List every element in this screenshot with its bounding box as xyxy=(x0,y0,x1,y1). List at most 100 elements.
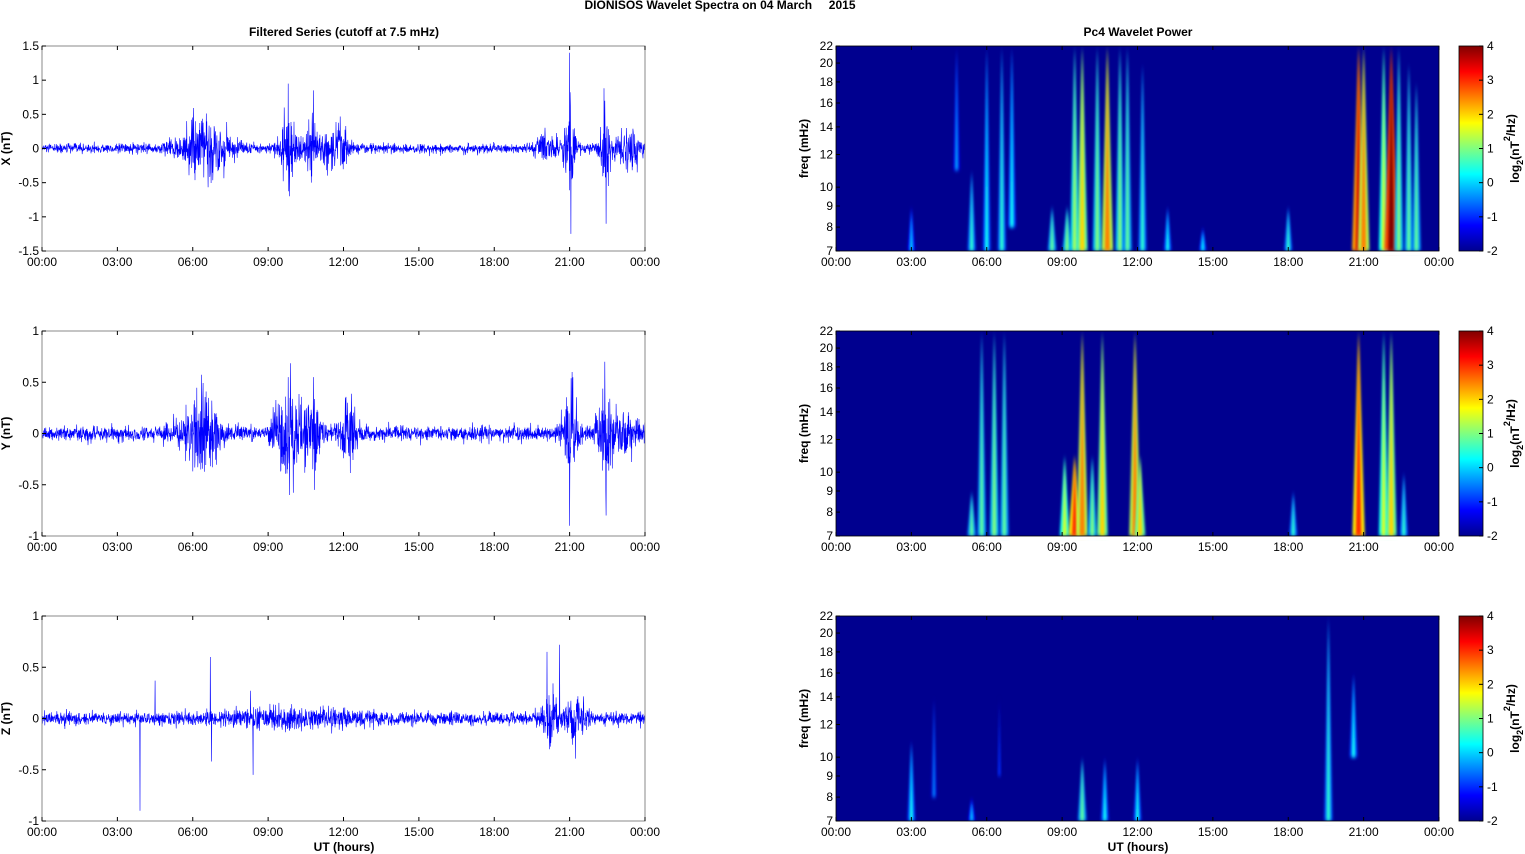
y-tick-label: 0.5 xyxy=(22,660,39,674)
y-axis-label: freq (mHz) xyxy=(797,404,811,463)
figure-title: DIONISOS Wavelet Spectra on 04 March 201… xyxy=(585,0,856,12)
y-tick-label: 22 xyxy=(820,324,834,338)
colorbar-tick-label: 1 xyxy=(1487,712,1494,726)
y-tick-label: 14 xyxy=(820,120,834,134)
y-axis-label: Z (nT) xyxy=(0,702,13,735)
y-tick-label: 0.5 xyxy=(22,375,39,389)
x-tick-label: 09:00 xyxy=(253,825,283,839)
wavelet-power-plot-x: 7891012141618202200:00 03:00 06:00 09:00 12:… xyxy=(797,36,1525,269)
y-axis-label: freq (mHz) xyxy=(797,119,811,178)
colorbar-tick-label: 2 xyxy=(1487,392,1494,406)
colorbar-tick-label: -1 xyxy=(1487,495,1498,509)
x-tick-label: 03:00 xyxy=(102,825,132,839)
y-tick-label: 12 xyxy=(820,433,834,447)
x-tick-label: 09:00 xyxy=(1047,825,1077,839)
x-tick-label: 03:00 xyxy=(102,540,132,554)
colorbar-tick-label: -1 xyxy=(1487,210,1498,224)
y-tick-label: 18 xyxy=(820,645,834,659)
x-tick-label: 03:00 xyxy=(896,255,926,269)
y-tick-label: 8 xyxy=(826,220,833,234)
x-tick-label: 06:00 xyxy=(972,540,1002,554)
x-tick-label: 12:00 xyxy=(328,540,358,554)
x-tick-label: 09:00 xyxy=(1047,255,1077,269)
x-tick-label: 09:00 xyxy=(253,540,283,554)
x-tick-label: 06:00 xyxy=(178,825,208,839)
x-tick-label: 00:00 xyxy=(630,540,660,554)
right-xlabel: UT (hours) xyxy=(1108,840,1169,854)
y-tick-label: 9 xyxy=(826,769,833,783)
colorbar-label-part: log xyxy=(1508,165,1522,183)
colorbar-tick-label: 2 xyxy=(1487,107,1494,121)
x-tick-label: 21:00 xyxy=(555,540,585,554)
y-tick-label: 10 xyxy=(820,180,834,194)
colorbar-tick-label: 4 xyxy=(1487,39,1494,53)
mask xyxy=(1439,331,1457,536)
colorbar-label: log2(nT2/Hz) xyxy=(1502,684,1525,753)
y-tick-label: -0.5 xyxy=(18,176,39,190)
x-tick-label: 21:00 xyxy=(1349,255,1379,269)
x-tick-label: 15:00 xyxy=(1198,825,1228,839)
y-tick-label: -1 xyxy=(28,210,39,224)
x-tick-label: 00:00 xyxy=(821,540,851,554)
colorbar-label-part: (nT xyxy=(1508,426,1522,445)
x-tick-label: 00:00 xyxy=(630,825,660,839)
x-tick-label: 21:00 xyxy=(555,825,585,839)
colorbar-tick-label: 1 xyxy=(1487,427,1494,441)
x-tick-label: 15:00 xyxy=(404,825,434,839)
y-tick-label: 16 xyxy=(820,381,834,395)
colorbar-label: log2(nT2/Hz) xyxy=(1502,399,1525,468)
y-tick-label: 18 xyxy=(820,75,834,89)
colorbar-label-part: (nT xyxy=(1508,711,1522,730)
wavelet-power-plot-z: 7891012141618202200:00 03:00 06:00 09:00 12:… xyxy=(797,606,1525,839)
x-tick-label: 06:00 xyxy=(972,255,1002,269)
y-tick-label: 20 xyxy=(820,341,834,355)
colorbar-label-part: log xyxy=(1508,735,1522,753)
mask xyxy=(1439,46,1457,251)
colorbar-tick-label: 0 xyxy=(1487,176,1494,190)
colorbar-label-part: /Hz) xyxy=(1504,399,1518,421)
colorbar-tick-label: 3 xyxy=(1487,73,1494,87)
y-axis-label: Y (nT) xyxy=(0,417,13,451)
mask xyxy=(1439,616,1457,821)
y-tick-label: 20 xyxy=(820,56,834,70)
power-background xyxy=(836,46,1439,251)
y-tick-label: 22 xyxy=(820,39,834,53)
x-tick-label: 18:00 xyxy=(1273,540,1303,554)
time-series-plot-y: 10.50-0.5-100:00 03:00 06:00 09:00 12:00 15:0… xyxy=(0,324,660,554)
colorbar-tick-label: 4 xyxy=(1487,609,1494,623)
y-tick-label: -0.5 xyxy=(18,478,39,492)
time-series-plot-z: 10.50-0.5-100:00 03:00 06:00 09:00 12:00 15:0… xyxy=(0,609,660,839)
y-tick-label: 16 xyxy=(820,96,834,110)
x-tick-label: 03:00 xyxy=(896,540,926,554)
y-tick-label: 9 xyxy=(826,484,833,498)
y-tick-label: 10 xyxy=(820,750,834,764)
y-tick-label: 8 xyxy=(826,790,833,804)
colorbar-tick-label: -2 xyxy=(1487,244,1498,258)
y-tick-label: 0 xyxy=(32,712,39,726)
colorbar-tick-label: 3 xyxy=(1487,643,1494,657)
figure: DIONISOS Wavelet Spectra on 04 March 201… xyxy=(0,0,1525,854)
x-tick-label: 06:00 xyxy=(972,825,1002,839)
y-tick-label: 12 xyxy=(820,718,834,732)
colorbar-tick-label: 4 xyxy=(1487,324,1494,338)
x-tick-label: 09:00 xyxy=(1047,540,1077,554)
x-tick-label: 00:00 xyxy=(821,255,851,269)
x-tick-label: 18:00 xyxy=(479,540,509,554)
x-tick-label: 18:00 xyxy=(1273,255,1303,269)
y-tick-label: 0 xyxy=(32,427,39,441)
x-tick-label: 21:00 xyxy=(1349,540,1379,554)
y-tick-label: 0.5 xyxy=(22,107,39,121)
x-tick-label: 18:00 xyxy=(479,825,509,839)
y-tick-label: 14 xyxy=(820,690,834,704)
colorbar-label-part: /Hz) xyxy=(1504,114,1518,136)
x-tick-label: 00:00 xyxy=(27,255,57,269)
x-tick-label: 12:00 xyxy=(1122,825,1152,839)
x-tick-label: 00:00 xyxy=(1424,255,1454,269)
y-tick-label: 12 xyxy=(820,148,834,162)
y-axis-label: freq (mHz) xyxy=(797,689,811,748)
mask xyxy=(816,36,1459,46)
y-tick-label: 20 xyxy=(820,626,834,640)
mask xyxy=(816,321,1459,331)
colorbar-tick-label: -1 xyxy=(1487,780,1498,794)
y-tick-label: 14 xyxy=(820,405,834,419)
